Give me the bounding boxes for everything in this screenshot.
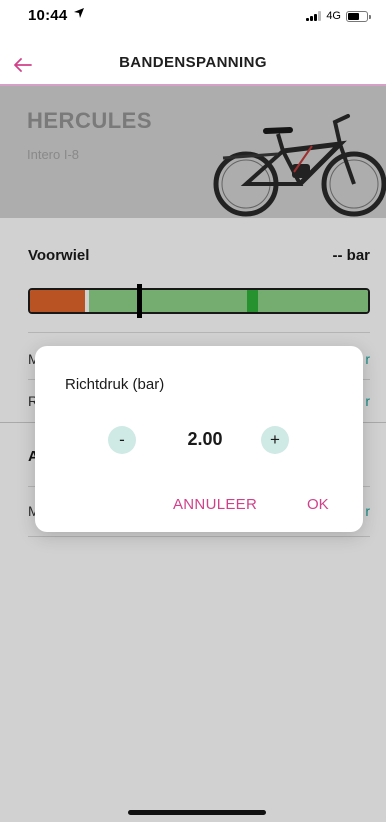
cancel-button[interactable]: ANNULEER <box>173 496 257 513</box>
nav-bar: BANDENSPANNING <box>0 44 386 86</box>
home-indicator[interactable] <box>128 810 266 815</box>
decrement-button[interactable]: - <box>108 426 136 454</box>
page-title: BANDENSPANNING <box>119 54 267 71</box>
location-arrow-icon <box>73 7 85 22</box>
increment-button[interactable]: + <box>261 426 289 454</box>
battery-icon <box>346 10 371 22</box>
network-type: 4G <box>326 10 341 22</box>
status-time: 10:44 <box>28 7 68 24</box>
pressure-value: 2.00 <box>187 429 223 449</box>
pressure-dialog: Richtdruk (bar) - 2.00 + ANNULEER OK <box>35 346 363 532</box>
status-bar: 10:44 4G <box>0 0 386 44</box>
signal-bars-icon <box>306 11 322 21</box>
status-indicators: 4G <box>306 10 371 22</box>
dialog-title: Richtdruk (bar) <box>65 376 165 393</box>
ok-button[interactable]: OK <box>307 496 329 513</box>
